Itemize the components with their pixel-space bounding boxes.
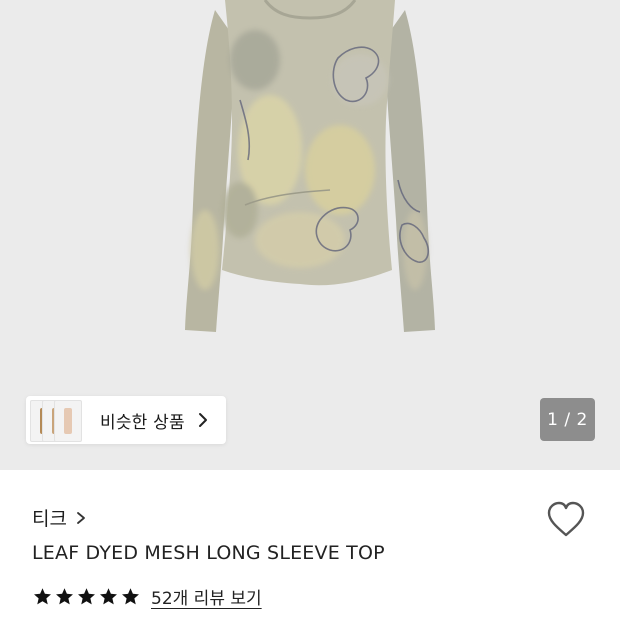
similar-product-thumbnails [26, 396, 86, 444]
rating-row: 52개 리뷰 보기 [33, 584, 262, 609]
chevron-right-icon [198, 413, 207, 427]
star-icon [78, 588, 95, 605]
brand-link[interactable]: 티크 [32, 504, 87, 531]
chevron-right-icon [77, 511, 85, 524]
star-icon [100, 588, 117, 605]
rating-stars [33, 587, 143, 606]
star-icon [34, 588, 51, 605]
product-info: 티크 LEAF DYED MESH LONG SLEEVE TOP 52개 리뷰… [0, 470, 620, 620]
brand-name: 티크 [32, 508, 67, 530]
similar-products-label: 비슷한 상품 [100, 412, 185, 433]
similar-products-button[interactable]: 비슷한 상품 [26, 396, 226, 444]
review-link[interactable]: 52개 리뷰 보기 [151, 584, 262, 609]
product-image-carousel[interactable]: 비슷한 상품 1 / 2 [0, 0, 620, 470]
image-page-indicator: 1 / 2 [540, 398, 595, 441]
star-icon [122, 588, 139, 605]
similar-thumb-3 [54, 400, 82, 442]
heart-icon[interactable] [546, 501, 586, 539]
product-title: LEAF DYED MESH LONG SLEEVE TOP [32, 542, 385, 564]
star-icon [56, 588, 73, 605]
